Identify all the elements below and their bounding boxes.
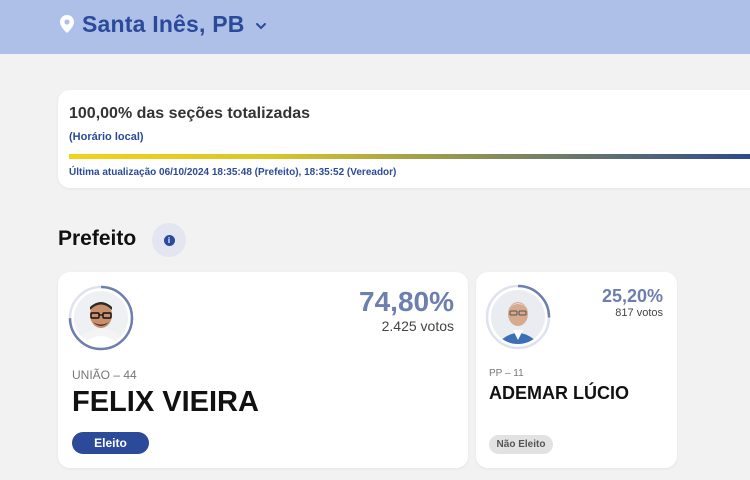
vote-percentage: 25,20% — [601, 286, 663, 306]
candidate-card[interactable]: 74,80% 2.425 votos UNIÃO – 44 FELIX VIEI… — [58, 272, 468, 468]
vote-count: 817 votos — [615, 307, 663, 319]
status-badge: Eleito — [72, 432, 149, 454]
party-number: PP – 11 — [489, 368, 524, 379]
candidate-photo — [74, 291, 128, 345]
last-update-text: Última atualização 06/10/2024 18:35:48 (… — [69, 167, 397, 178]
location-selector[interactable]: Santa Inês, PB — [60, 8, 267, 40]
candidate-card[interactable]: 25,20% 817 votos PP – 11 ADEMAR LÚCIO Nã… — [476, 272, 677, 468]
vote-count: 2.425 votos — [381, 318, 454, 334]
candidate-name: ADEMAR LÚCIO — [489, 383, 629, 403]
vote-percentage: 74,80% — [359, 286, 454, 317]
top-bar: Santa Inês, PB — [0, 0, 750, 54]
section-title: Prefeito — [58, 227, 137, 250]
location-pin-icon — [60, 15, 74, 33]
status-badge: Não Eleito — [489, 435, 553, 454]
candidate-name: FELIX VIEIRA — [72, 386, 259, 418]
candidate-portrait — [491, 290, 545, 344]
local-time-note: (Horário local) — [69, 131, 144, 143]
party-number: UNIÃO – 44 — [72, 368, 137, 382]
info-icon: i — [163, 234, 175, 246]
totalization-title: 100,00% das seções totalizadas — [69, 105, 311, 122]
location-name: Santa Inês, PB — [82, 10, 245, 37]
info-button[interactable]: i — [152, 223, 186, 257]
totalization-progress-bar — [69, 154, 750, 159]
candidate-photo — [491, 290, 545, 344]
progress-fill — [69, 154, 750, 159]
totalization-status-card: 100,00% das seções totalizadas (Horário … — [58, 90, 750, 188]
candidate-portrait — [74, 291, 128, 345]
chevron-down-icon[interactable] — [255, 21, 267, 31]
